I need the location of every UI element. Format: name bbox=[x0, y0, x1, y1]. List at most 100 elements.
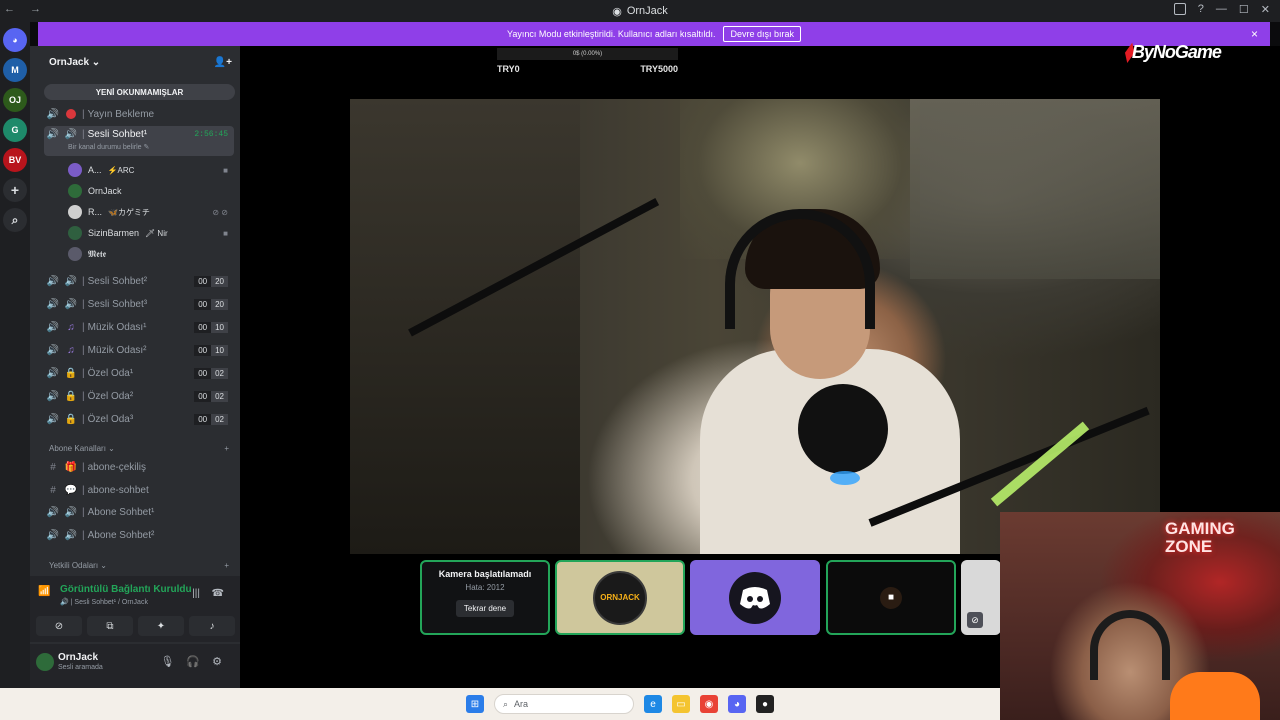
speaker-icon: 🔊 bbox=[46, 344, 60, 356]
file-explorer-icon[interactable]: ▭ bbox=[672, 695, 690, 713]
guild-header[interactable]: OrnJack ⌄ 👤+ bbox=[30, 46, 240, 78]
close-icon[interactable]: × bbox=[1251, 27, 1258, 41]
channel-label: Sesli Sohbet¹ bbox=[87, 129, 148, 140]
app-icon: ◉ bbox=[612, 5, 622, 18]
voice-channel-link[interactable]: 🔊 | Sesli Sohbet¹ / OrnJack bbox=[60, 598, 148, 606]
participant-tile-camera[interactable]: ■ bbox=[826, 560, 956, 635]
avatar bbox=[68, 163, 82, 177]
channel-text[interactable]: # 🎁 | abone-çekiliş bbox=[44, 457, 234, 477]
channel-voice[interactable]: 🔊 🔊 | Sesli Sohbet² 00 20 bbox=[44, 271, 234, 291]
channel-yayin-bekleme[interactable]: 🔊 | Yayın Bekleme bbox=[44, 104, 234, 124]
settings-icon[interactable]: ⚙ bbox=[212, 655, 222, 668]
voice-user[interactable]: SizinBarmen 🗡 Nir ■ bbox=[68, 223, 234, 243]
server-icon[interactable]: G bbox=[3, 118, 27, 142]
minimize-icon[interactable]: — bbox=[1216, 3, 1227, 16]
channel-label: Yayın Bekleme bbox=[87, 108, 155, 120]
discord-taskbar-icon[interactable]: ◕ bbox=[728, 695, 746, 713]
muted-icon: ⊘ ⊘ bbox=[212, 207, 228, 217]
camera-error-code: Hata: 2012 bbox=[465, 583, 505, 592]
activities-button[interactable]: ✦ bbox=[138, 616, 184, 636]
add-channel-icon[interactable]: + bbox=[224, 561, 229, 570]
lock-icon: 🔒 bbox=[64, 390, 78, 402]
streamer-webcam: GAMING ZONE bbox=[1000, 512, 1280, 720]
channel-voice[interactable]: 🔊 🔊 | Abone Sohbet¹ bbox=[44, 502, 234, 522]
channel-status-input[interactable]: Bir kanal durumu belirle ✎ bbox=[68, 143, 149, 151]
voice-user[interactable]: 𝕸𝖊𝖙𝖊 bbox=[68, 244, 234, 264]
avatar[interactable] bbox=[36, 653, 54, 671]
help-icon[interactable]: ? bbox=[1198, 3, 1204, 16]
windows-start-icon[interactable]: ⊞ bbox=[466, 695, 484, 713]
add-member-icon[interactable]: 👤+ bbox=[214, 57, 232, 68]
user-panel: OrnJack Sesli aramada 🎙 🎧 ⚙ bbox=[30, 644, 240, 688]
participant-tile-partial[interactable]: ⊘ bbox=[961, 560, 1001, 635]
main-video-stream[interactable] bbox=[350, 99, 1160, 554]
search-icon: ⌕ bbox=[503, 698, 509, 709]
close-icon[interactable]: ✕ bbox=[1261, 3, 1270, 16]
channel-voice[interactable]: 🔊 ♫ | Müzik Odası¹ 00 10 bbox=[44, 317, 234, 337]
chrome-icon[interactable]: ◉ bbox=[700, 695, 718, 713]
video-camera-icon: ■ bbox=[880, 586, 902, 609]
new-unreads-pill[interactable]: YENİ OKUNMAMIŞLAR bbox=[44, 84, 235, 100]
add-server-icon[interactable]: + bbox=[3, 178, 27, 202]
camera-error-tile: Kamera başlatılamadı Hata: 2012 Tekrar d… bbox=[420, 560, 550, 635]
participant-tile-discord[interactable] bbox=[690, 560, 820, 635]
obs-icon[interactable]: ● bbox=[756, 695, 774, 713]
hash-icon: # bbox=[50, 461, 56, 473]
add-channel-icon[interactable]: + bbox=[224, 444, 229, 453]
explore-icon[interactable]: ⌕ bbox=[3, 208, 27, 232]
ornjack-logo: ORNJACK bbox=[593, 570, 647, 625]
headphones-icon[interactable]: 🎧 bbox=[186, 655, 200, 668]
speaker-icon: 🔊 bbox=[46, 129, 60, 140]
taskbar-search[interactable]: ⌕ Ara bbox=[494, 694, 634, 714]
server-icon[interactable]: M bbox=[3, 58, 27, 82]
channel-voice[interactable]: 🔊 🔒 | Özel Oda³ 00 02 bbox=[44, 409, 234, 429]
speaker-icon: 🔊 bbox=[46, 529, 60, 541]
hash-icon: # bbox=[50, 484, 56, 496]
speaker-icon: 🔊 bbox=[46, 390, 60, 402]
voice-user[interactable]: R... 🦋カゲミチ ⊘ ⊘ bbox=[68, 202, 234, 222]
avatar bbox=[68, 226, 82, 240]
inbox-icon[interactable] bbox=[1173, 3, 1186, 15]
speaker-icon: 🔊 bbox=[46, 413, 60, 425]
server-icon[interactable]: OJ bbox=[3, 88, 27, 112]
streamer-mode-banner: Yayıncı Modu etkinleştirildi. Kullanıcı … bbox=[38, 22, 1270, 46]
noise-suppression-icon[interactable]: ||| bbox=[192, 588, 200, 599]
retry-button[interactable]: Tekrar dene bbox=[455, 600, 515, 617]
nav-arrows[interactable]: ← → bbox=[4, 3, 47, 15]
channel-sesli-sohbet-1[interactable]: 🔊 🔊 | Sesli Sohbet¹ 2:56:45 Bir kanal du… bbox=[44, 126, 234, 156]
maximize-icon[interactable]: ☐ bbox=[1239, 3, 1249, 16]
lock-icon: 🔒 bbox=[64, 367, 78, 379]
voice-user[interactable]: A... ⚡ARC ■ bbox=[68, 160, 234, 180]
edge-icon[interactable]: e bbox=[644, 695, 662, 713]
search-placeholder: Ara bbox=[514, 699, 529, 709]
camera-toggle-button[interactable]: ⊘ bbox=[36, 616, 82, 636]
category-yetkili[interactable]: Yetkili Odaları ⌄ + bbox=[49, 561, 229, 570]
window-title-bar: ← → ◉ OrnJack ? — ☐ ✕ bbox=[0, 0, 1280, 22]
channel-voice[interactable]: 🔊 🔊 | Sesli Sohbet³ 00 20 bbox=[44, 294, 234, 314]
speaker-icon: 🔊 bbox=[64, 506, 78, 518]
channel-voice[interactable]: 🔊 ♫ | Müzik Odası² 00 10 bbox=[44, 340, 234, 360]
user-limit: 00 10 bbox=[194, 344, 228, 356]
channel-voice[interactable]: 🔊 🔒 | Özel Oda² 00 02 bbox=[44, 386, 234, 406]
user-name: OrnJack bbox=[58, 652, 99, 663]
chat-bubble-icon: 💬 bbox=[64, 484, 78, 496]
microphone-icon[interactable]: 🎙 bbox=[160, 655, 174, 668]
speaker-icon: 🔊 bbox=[64, 529, 78, 541]
user-status: Sesli aramada bbox=[58, 664, 103, 671]
music-icon: ♫ bbox=[67, 344, 75, 356]
discord-home-icon[interactable]: ◕ bbox=[3, 28, 27, 52]
screen-share-button[interactable]: ⧉ bbox=[87, 616, 133, 636]
speaker-icon: 🔊 bbox=[46, 275, 60, 287]
participant-tile-ornjack[interactable]: ORNJACK bbox=[555, 560, 685, 635]
speaker-icon: 🔊 bbox=[64, 275, 78, 287]
disconnect-icon[interactable]: ☎ bbox=[212, 588, 224, 599]
channel-text[interactable]: # 💬 | abone-sohbet bbox=[44, 480, 234, 500]
category-abone[interactable]: Abone Kanalları ⌄ + bbox=[49, 444, 229, 453]
channel-voice[interactable]: 🔊 🔒 | Özel Oda¹ 00 02 bbox=[44, 363, 234, 383]
voice-user[interactable]: OrnJack bbox=[68, 181, 234, 201]
avatar bbox=[68, 184, 82, 198]
soundboard-button[interactable]: ♪ bbox=[189, 616, 235, 636]
channel-voice[interactable]: 🔊 🔊 | Abone Sohbet² bbox=[44, 525, 234, 545]
disable-streamer-mode-button[interactable]: Devre dışı bırak bbox=[723, 26, 801, 42]
server-icon[interactable]: BV bbox=[3, 148, 27, 172]
